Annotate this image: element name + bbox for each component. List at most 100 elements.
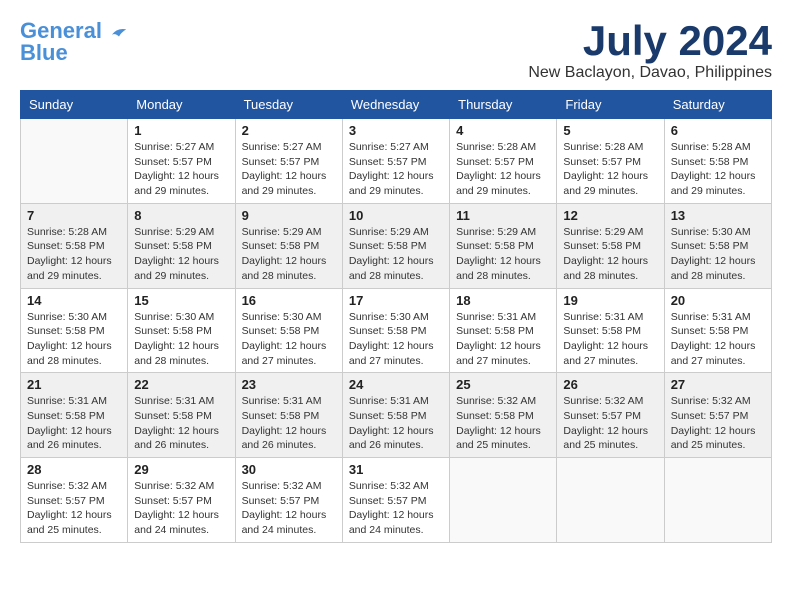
calendar-cell: 25 Sunrise: 5:32 AM Sunset: 5:58 PM Dayli… xyxy=(450,373,557,458)
day-info: Sunrise: 5:29 AM Sunset: 5:58 PM Dayligh… xyxy=(242,225,336,284)
calendar-cell: 29 Sunrise: 5:32 AM Sunset: 5:57 PM Dayli… xyxy=(128,458,235,543)
calendar-week-row: 28 Sunrise: 5:32 AM Sunset: 5:57 PM Dayli… xyxy=(21,458,772,543)
day-number: 15 xyxy=(134,293,228,308)
day-number: 27 xyxy=(671,377,765,392)
day-number: 30 xyxy=(242,462,336,477)
calendar-week-row: 14Sunrise: 5:30 AM Sunset: 5:58 PM Dayli… xyxy=(21,288,772,373)
day-number: 6 xyxy=(671,123,765,138)
calendar-cell: 2 Sunrise: 5:27 AM Sunset: 5:57 PM Daylig… xyxy=(235,119,342,204)
day-number: 9 xyxy=(242,208,336,223)
calendar-cell: 6 Sunrise: 5:28 AM Sunset: 5:58 PM Daylig… xyxy=(664,119,771,204)
day-number: 5 xyxy=(563,123,657,138)
day-info: Sunrise: 5:32 AM Sunset: 5:57 PM Dayligh… xyxy=(242,479,336,538)
title-area: July 2024 New Baclayon, Davao, Philippin… xyxy=(528,20,772,82)
header-monday: Monday xyxy=(128,91,235,119)
day-info: Sunrise: 5:27 AM Sunset: 5:57 PM Dayligh… xyxy=(242,140,336,199)
calendar-table: SundayMondayTuesdayWednesdayThursdayFrid… xyxy=(20,90,772,543)
calendar-header-row: SundayMondayTuesdayWednesdayThursdayFrid… xyxy=(21,91,772,119)
calendar-cell xyxy=(21,119,128,204)
calendar-cell: 30 Sunrise: 5:32 AM Sunset: 5:57 PM Dayli… xyxy=(235,458,342,543)
day-info: Sunrise: 5:29 AM Sunset: 5:58 PM Dayligh… xyxy=(134,225,228,284)
calendar-cell: 4 Sunrise: 5:28 AM Sunset: 5:57 PM Daylig… xyxy=(450,119,557,204)
day-info: Sunrise: 5:31 AM Sunset: 5:58 PM Dayligh… xyxy=(242,394,336,453)
day-number: 12 xyxy=(563,208,657,223)
month-year-title: July 2024 xyxy=(528,20,772,62)
day-info: Sunrise: 5:30 AM Sunset: 5:58 PM Dayligh… xyxy=(671,225,765,284)
day-number: 13 xyxy=(671,208,765,223)
calendar-cell: 1 Sunrise: 5:27 AM Sunset: 5:57 PM Daylig… xyxy=(128,119,235,204)
calendar-week-row: 7 Sunrise: 5:28 AM Sunset: 5:58 PM Daylig… xyxy=(21,203,772,288)
day-info: Sunrise: 5:27 AM Sunset: 5:57 PM Dayligh… xyxy=(349,140,443,199)
day-number: 20 xyxy=(671,293,765,308)
day-number: 11 xyxy=(456,208,550,223)
location-subtitle: New Baclayon, Davao, Philippines xyxy=(528,64,772,82)
day-info: Sunrise: 5:27 AM Sunset: 5:57 PM Dayligh… xyxy=(134,140,228,199)
day-number: 4 xyxy=(456,123,550,138)
calendar-cell: 24 Sunrise: 5:31 AM Sunset: 5:58 PM Dayli… xyxy=(342,373,449,458)
day-info: Sunrise: 5:31 AM Sunset: 5:58 PM Dayligh… xyxy=(456,310,550,369)
day-number: 2 xyxy=(242,123,336,138)
day-info: Sunrise: 5:32 AM Sunset: 5:57 PM Dayligh… xyxy=(563,394,657,453)
day-info: Sunrise: 5:31 AM Sunset: 5:58 PM Dayligh… xyxy=(349,394,443,453)
day-info: Sunrise: 5:28 AM Sunset: 5:57 PM Dayligh… xyxy=(563,140,657,199)
day-number: 17 xyxy=(349,293,443,308)
calendar-cell: 10 Sunrise: 5:29 AM Sunset: 5:58 PM Dayli… xyxy=(342,203,449,288)
header-sunday: Sunday xyxy=(21,91,128,119)
header-saturday: Saturday xyxy=(664,91,771,119)
day-info: Sunrise: 5:29 AM Sunset: 5:58 PM Dayligh… xyxy=(456,225,550,284)
day-number: 1 xyxy=(134,123,228,138)
calendar-cell: 5 Sunrise: 5:28 AM Sunset: 5:57 PM Daylig… xyxy=(557,119,664,204)
header-thursday: Thursday xyxy=(450,91,557,119)
day-info: Sunrise: 5:30 AM Sunset: 5:58 PM Dayligh… xyxy=(349,310,443,369)
day-number: 28 xyxy=(27,462,121,477)
day-info: Sunrise: 5:31 AM Sunset: 5:58 PM Dayligh… xyxy=(27,394,121,453)
day-number: 25 xyxy=(456,377,550,392)
day-info: Sunrise: 5:30 AM Sunset: 5:58 PM Dayligh… xyxy=(27,310,121,369)
calendar-cell xyxy=(557,458,664,543)
day-number: 24 xyxy=(349,377,443,392)
calendar-cell: 8 Sunrise: 5:29 AM Sunset: 5:58 PM Daylig… xyxy=(128,203,235,288)
logo-text: General xyxy=(20,20,128,42)
calendar-cell: 11 Sunrise: 5:29 AM Sunset: 5:58 PM Dayli… xyxy=(450,203,557,288)
calendar-cell: 7 Sunrise: 5:28 AM Sunset: 5:58 PM Daylig… xyxy=(21,203,128,288)
day-info: Sunrise: 5:32 AM Sunset: 5:57 PM Dayligh… xyxy=(671,394,765,453)
day-number: 7 xyxy=(27,208,121,223)
logo-blue: Blue xyxy=(20,42,68,64)
day-info: Sunrise: 5:29 AM Sunset: 5:58 PM Dayligh… xyxy=(349,225,443,284)
day-number: 18 xyxy=(456,293,550,308)
calendar-cell: 22 Sunrise: 5:31 AM Sunset: 5:58 PM Dayli… xyxy=(128,373,235,458)
day-number: 29 xyxy=(134,462,228,477)
day-info: Sunrise: 5:32 AM Sunset: 5:58 PM Dayligh… xyxy=(456,394,550,453)
calendar-cell: 19 Sunrise: 5:31 AM Sunset: 5:58 PM Dayli… xyxy=(557,288,664,373)
calendar-cell xyxy=(450,458,557,543)
calendar-cell: 23Sunrise: 5:31 AM Sunset: 5:58 PM Dayli… xyxy=(235,373,342,458)
calendar-cell: 26 Sunrise: 5:32 AM Sunset: 5:57 PM Dayli… xyxy=(557,373,664,458)
day-info: Sunrise: 5:29 AM Sunset: 5:58 PM Dayligh… xyxy=(563,225,657,284)
day-number: 26 xyxy=(563,377,657,392)
day-info: Sunrise: 5:32 AM Sunset: 5:57 PM Dayligh… xyxy=(27,479,121,538)
calendar-cell: 18 Sunrise: 5:31 AM Sunset: 5:58 PM Dayli… xyxy=(450,288,557,373)
day-number: 22 xyxy=(134,377,228,392)
calendar-cell: 12 Sunrise: 5:29 AM Sunset: 5:58 PM Dayli… xyxy=(557,203,664,288)
day-info: Sunrise: 5:28 AM Sunset: 5:58 PM Dayligh… xyxy=(27,225,121,284)
day-info: Sunrise: 5:32 AM Sunset: 5:57 PM Dayligh… xyxy=(134,479,228,538)
header: General Blue July 2024 New Baclayon, Dav… xyxy=(20,20,772,82)
day-info: Sunrise: 5:30 AM Sunset: 5:58 PM Dayligh… xyxy=(134,310,228,369)
day-info: Sunrise: 5:28 AM Sunset: 5:58 PM Dayligh… xyxy=(671,140,765,199)
calendar-cell: 31 Sunrise: 5:32 AM Sunset: 5:57 PM Dayli… xyxy=(342,458,449,543)
day-number: 31 xyxy=(349,462,443,477)
day-number: 8 xyxy=(134,208,228,223)
day-info: Sunrise: 5:31 AM Sunset: 5:58 PM Dayligh… xyxy=(671,310,765,369)
day-number: 21 xyxy=(27,377,121,392)
day-number: 10 xyxy=(349,208,443,223)
day-info: Sunrise: 5:31 AM Sunset: 5:58 PM Dayligh… xyxy=(563,310,657,369)
calendar-cell: 21 Sunrise: 5:31 AM Sunset: 5:58 PM Dayli… xyxy=(21,373,128,458)
calendar-cell: 27 Sunrise: 5:32 AM Sunset: 5:57 PM Dayli… xyxy=(664,373,771,458)
day-info: Sunrise: 5:28 AM Sunset: 5:57 PM Dayligh… xyxy=(456,140,550,199)
day-number: 19 xyxy=(563,293,657,308)
calendar-cell: 17 Sunrise: 5:30 AM Sunset: 5:58 PM Dayli… xyxy=(342,288,449,373)
day-number: 16 xyxy=(242,293,336,308)
day-info: Sunrise: 5:31 AM Sunset: 5:58 PM Dayligh… xyxy=(134,394,228,453)
day-info: Sunrise: 5:30 AM Sunset: 5:58 PM Dayligh… xyxy=(242,310,336,369)
day-info: Sunrise: 5:32 AM Sunset: 5:57 PM Dayligh… xyxy=(349,479,443,538)
